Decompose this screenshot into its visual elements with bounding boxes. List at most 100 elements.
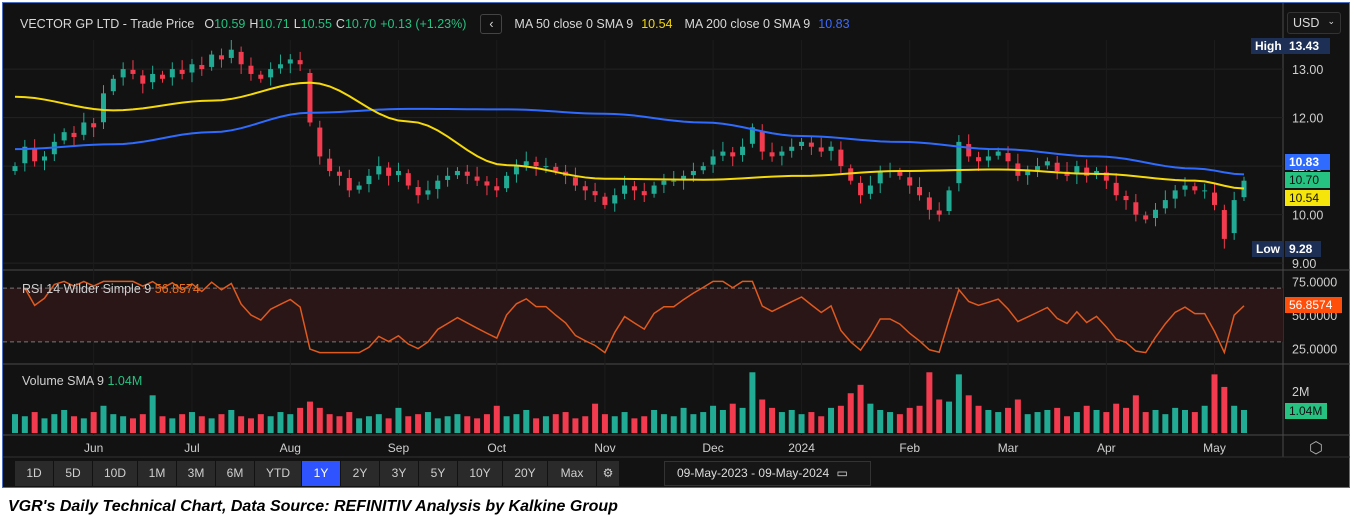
range-button-ytd[interactable]: YTD <box>255 461 301 486</box>
volume-bar <box>523 409 530 433</box>
volume-bar <box>690 414 697 433</box>
volume-bar <box>582 416 589 433</box>
volume-bar <box>179 414 186 433</box>
candle-body <box>336 171 342 176</box>
candle-body <box>612 195 618 204</box>
range-button-2y[interactable]: 2Y <box>341 461 379 486</box>
candle-body <box>828 146 834 151</box>
range-button-max[interactable]: Max <box>548 461 596 486</box>
volume-bar <box>611 416 618 433</box>
volume-bar <box>1005 407 1012 433</box>
volume-bar <box>857 384 864 433</box>
candle-body <box>779 151 785 156</box>
volume-bar <box>316 407 323 433</box>
volume-bar <box>788 409 795 433</box>
volume-bar <box>474 418 481 433</box>
volume-bar <box>297 407 304 433</box>
chart-canvas[interactable]: 9.0010.0011.0012.0013.00JunJulAugSepOctN… <box>0 0 1354 490</box>
candle-body <box>661 180 667 185</box>
candle-body <box>435 180 441 189</box>
candle-body <box>1035 166 1041 171</box>
volume-bar <box>1142 412 1149 433</box>
volume-bar <box>896 414 903 433</box>
candle-body <box>268 69 274 78</box>
volume-bar <box>1221 386 1228 433</box>
volume-bar <box>1182 409 1189 433</box>
volume-bar <box>444 416 451 433</box>
volume-bar <box>375 414 382 433</box>
volume-bar <box>995 412 1002 433</box>
chevron-down-icon: ⌄ <box>1327 16 1335 26</box>
candle-body <box>179 69 185 74</box>
candle-body <box>985 156 991 161</box>
volume-bar <box>1083 405 1090 433</box>
candle-body <box>592 191 598 196</box>
volume-bar <box>1024 414 1031 433</box>
volume-bar <box>631 418 638 433</box>
range-button-1m[interactable]: 1M <box>138 461 176 486</box>
settings-icon[interactable]: ⬡ <box>1309 438 1323 458</box>
chart-settings-icon[interactable]: ⚙ <box>597 461 619 486</box>
range-button-5y[interactable]: 5Y <box>419 461 457 486</box>
close-price-tag: 10.70 <box>1285 172 1330 188</box>
ma50-line <box>14 81 1245 190</box>
volume-bar <box>218 414 225 433</box>
ma50-value: 10.54 <box>641 17 673 31</box>
range-button-3y[interactable]: 3Y <box>380 461 418 486</box>
candle-body <box>504 175 510 189</box>
range-button-10d[interactable]: 10D <box>93 461 137 486</box>
time-axis-label: Apr <box>1097 441 1116 455</box>
volume-bar <box>1034 412 1041 433</box>
volume-bar <box>592 403 599 433</box>
volume-bar <box>41 418 48 433</box>
volume-bar <box>257 414 264 433</box>
range-button-6m[interactable]: 6M <box>216 461 254 486</box>
candle-body <box>248 65 254 74</box>
volume-bar <box>719 409 726 433</box>
candle-body <box>346 178 352 191</box>
volume-bar <box>21 416 28 433</box>
candle-body <box>110 78 116 92</box>
instrument-title: VECTOR GP LTD - Trade Price <box>20 17 195 31</box>
range-button-5d[interactable]: 5D <box>54 461 92 486</box>
volume-bar <box>90 412 97 433</box>
candle-body <box>199 64 205 70</box>
volume-bar <box>562 412 569 433</box>
volume-bar <box>336 416 343 433</box>
volume-bar <box>552 414 559 433</box>
date-range-picker[interactable]: 09-May-2023 - 09-May-2024 ▭ <box>664 461 871 486</box>
volume-bar <box>1064 416 1071 433</box>
candle-body <box>995 151 1001 156</box>
range-button-3m[interactable]: 3M <box>177 461 215 486</box>
candle-body <box>710 156 716 165</box>
volume-bar <box>837 405 844 433</box>
volume-bar <box>198 416 205 433</box>
volume-bar <box>710 405 717 433</box>
candle-body <box>464 171 470 176</box>
volume-bar <box>955 374 962 433</box>
collapse-legend-button[interactable]: ‹ <box>480 14 503 34</box>
candle-body <box>740 146 746 155</box>
price-tick-label: 9.00 <box>1292 257 1316 271</box>
low-label: Low <box>1252 241 1284 257</box>
volume-bar <box>149 395 156 433</box>
range-button-20y[interactable]: 20Y <box>503 461 547 486</box>
volume-bar <box>828 407 835 433</box>
volume-bar <box>247 418 254 433</box>
range-button-10y[interactable]: 10Y <box>458 461 502 486</box>
candle-body <box>700 166 706 171</box>
volume-bar <box>926 372 933 433</box>
range-button-1d[interactable]: 1D <box>15 461 53 486</box>
candle-body <box>1143 215 1149 220</box>
volume-bar <box>188 412 195 433</box>
volume-bar <box>572 418 579 433</box>
candle-body <box>602 196 608 205</box>
low-value: 9.28 <box>1285 241 1321 257</box>
volume-bar <box>1211 374 1218 433</box>
currency-select[interactable]: USD ⌄ <box>1287 12 1341 34</box>
volume-bar <box>31 412 38 433</box>
volume-bar <box>365 416 372 433</box>
volume-value-tag: 1.04M <box>1285 403 1327 419</box>
chart-caption: VGR's Daily Technical Chart, Data Source… <box>8 498 618 515</box>
range-button-1y[interactable]: 1Y <box>302 461 340 486</box>
